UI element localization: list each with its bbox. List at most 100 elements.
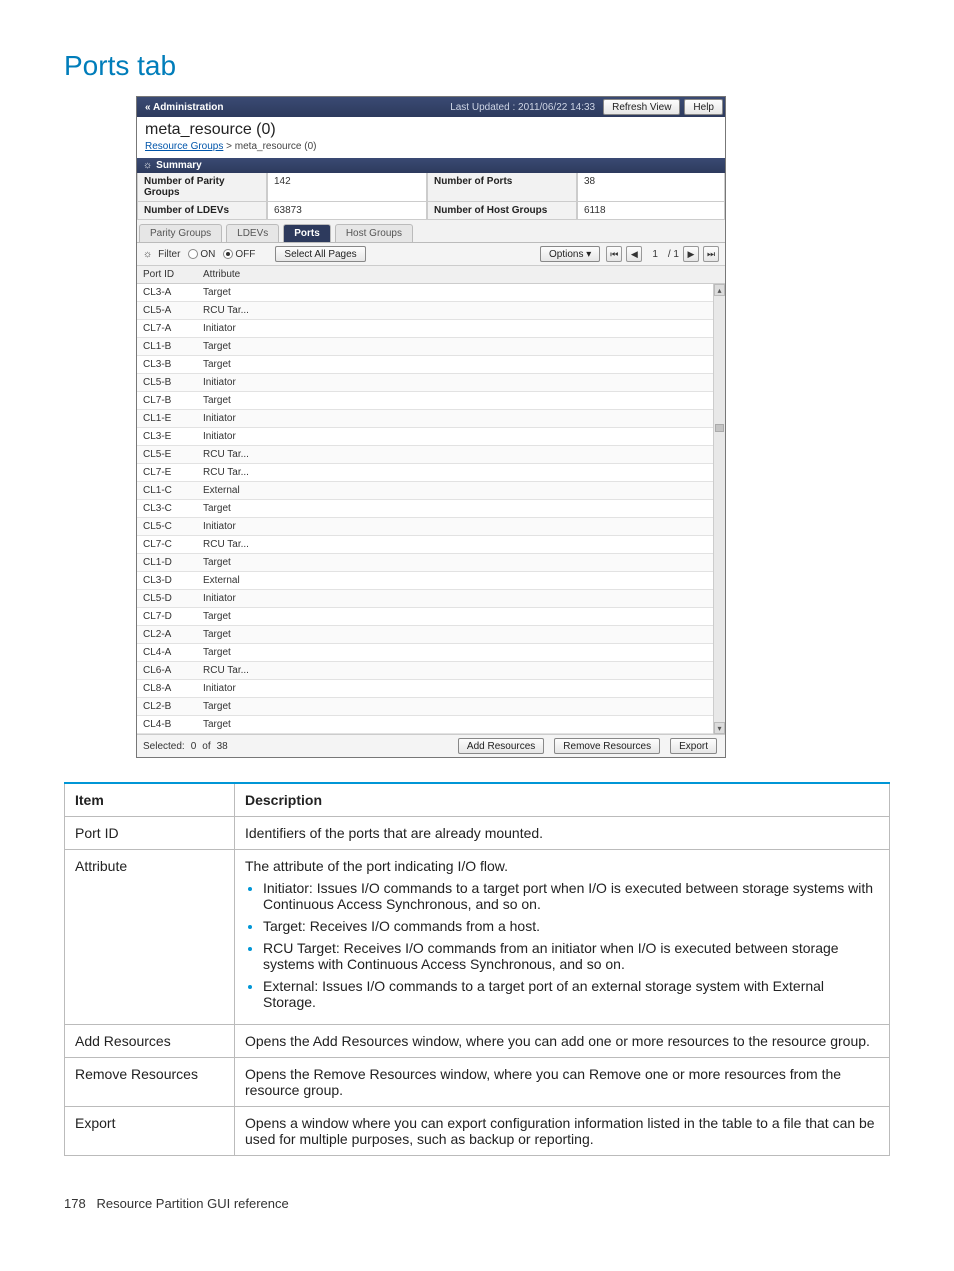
page-prev-button[interactable]: ◀ bbox=[626, 246, 642, 262]
remove-resources-button[interactable]: Remove Resources bbox=[554, 738, 660, 754]
desc-text: Opens the Add Resources window, where yo… bbox=[235, 1025, 890, 1058]
cell-attribute: Target bbox=[197, 338, 267, 356]
table-row[interactable]: CL3-BTarget bbox=[137, 356, 725, 374]
table-row[interactable]: CL5-CInitiator bbox=[137, 518, 725, 536]
scroll-thumb[interactable] bbox=[715, 424, 724, 432]
table-row[interactable]: CL7-DTarget bbox=[137, 608, 725, 626]
desc-bullet: Initiator: Issues I/O commands to a targ… bbox=[263, 880, 879, 912]
summary-label: Summary bbox=[156, 160, 202, 171]
table-row[interactable]: CL6-ARCU Tar... bbox=[137, 662, 725, 680]
cell-port-id: CL7-B bbox=[137, 392, 197, 410]
options-dropdown[interactable]: Options ▾ bbox=[540, 246, 600, 262]
table-row[interactable]: CL2-BTarget bbox=[137, 698, 725, 716]
cell-attribute: Target bbox=[197, 500, 267, 518]
table-row[interactable]: CL7-BTarget bbox=[137, 392, 725, 410]
cell-attribute: RCU Tar... bbox=[197, 662, 267, 680]
table-row[interactable]: CL4-BTarget bbox=[137, 716, 725, 734]
table-row[interactable]: CL7-CRCU Tar... bbox=[137, 536, 725, 554]
description-table: Item Description Port ID Identifiers of … bbox=[64, 782, 890, 1156]
cell-port-id: CL7-E bbox=[137, 464, 197, 482]
scroll-down-icon[interactable]: ▾ bbox=[714, 722, 725, 734]
cell-attribute: Target bbox=[197, 698, 267, 716]
desc-bullet: External: Issues I/O commands to a targe… bbox=[263, 978, 879, 1010]
scroll-up-icon[interactable]: ▴ bbox=[714, 284, 725, 296]
table-row[interactable]: CL1-EInitiator bbox=[137, 410, 725, 428]
cell-port-id: CL1-E bbox=[137, 410, 197, 428]
table-row[interactable]: CL3-EInitiator bbox=[137, 428, 725, 446]
table-row[interactable]: CL7-ERCU Tar... bbox=[137, 464, 725, 482]
page-current: 1 bbox=[652, 249, 658, 260]
desc-bullet: RCU Target: Receives I/O commands from a… bbox=[263, 940, 879, 972]
tab-parity-groups[interactable]: Parity Groups bbox=[139, 224, 222, 242]
collapse-icon: ☼ bbox=[143, 160, 152, 171]
desc-item: Remove Resources bbox=[65, 1058, 235, 1107]
page-next-button[interactable]: ▶ bbox=[683, 246, 699, 262]
cell-attribute: RCU Tar... bbox=[197, 302, 267, 320]
breadcrumb-link[interactable]: Resource Groups bbox=[145, 141, 223, 152]
chevron-down-icon: ▾ bbox=[586, 249, 591, 260]
desc-header-description: Description bbox=[235, 783, 890, 817]
table-row[interactable]: CL5-DInitiator bbox=[137, 590, 725, 608]
table-row[interactable]: CL4-ATarget bbox=[137, 644, 725, 662]
page-first-button[interactable]: ⏮ bbox=[606, 246, 622, 262]
summary-ports-value: 38 bbox=[577, 173, 725, 202]
cell-attribute: Target bbox=[197, 644, 267, 662]
table-row[interactable]: CL2-ATarget bbox=[137, 626, 725, 644]
table-row[interactable]: CL1-DTarget bbox=[137, 554, 725, 572]
cell-port-id: CL5-A bbox=[137, 302, 197, 320]
cell-attribute: External bbox=[197, 482, 267, 500]
summary-ports-label: Number of Ports bbox=[427, 173, 577, 202]
tab-host-groups[interactable]: Host Groups bbox=[335, 224, 413, 242]
scrollbar[interactable]: ▴ ▾ bbox=[713, 284, 725, 734]
refresh-button[interactable]: Refresh View bbox=[603, 99, 680, 115]
table-row[interactable]: CL3-ATarget bbox=[137, 284, 725, 302]
table-row[interactable]: CL3-CTarget bbox=[137, 500, 725, 518]
col-attribute[interactable]: Attribute bbox=[197, 266, 267, 284]
page-last-button[interactable]: ⏭ bbox=[703, 246, 719, 262]
table-row[interactable]: CL3-DExternal bbox=[137, 572, 725, 590]
cell-attribute: Target bbox=[197, 284, 267, 302]
summary-parity-value: 142 bbox=[267, 173, 427, 202]
table-row[interactable]: CL7-AInitiator bbox=[137, 320, 725, 338]
col-port-id[interactable]: Port ID bbox=[137, 266, 197, 284]
cell-attribute: Target bbox=[197, 554, 267, 572]
filter-on-radio[interactable]: ON bbox=[188, 249, 215, 260]
admin-back-link[interactable]: « Administration bbox=[137, 102, 232, 113]
desc-item: Attribute bbox=[65, 850, 235, 1025]
summary-header[interactable]: ☼ Summary bbox=[137, 158, 725, 173]
summary-grid: Number of Parity Groups 142 Number of Po… bbox=[137, 173, 725, 220]
last-updated: Last Updated : 2011/06/22 14:33 bbox=[450, 102, 595, 113]
total-count: 38 bbox=[217, 741, 228, 752]
cell-port-id: CL5-C bbox=[137, 518, 197, 536]
desc-text: The attribute of the port indicating I/O… bbox=[235, 850, 890, 1025]
cell-port-id: CL3-C bbox=[137, 500, 197, 518]
table-row[interactable]: CL1-CExternal bbox=[137, 482, 725, 500]
selected-label: Selected: bbox=[143, 741, 185, 752]
export-button[interactable]: Export bbox=[670, 738, 717, 754]
select-all-pages-button[interactable]: Select All Pages bbox=[275, 246, 365, 262]
desc-item: Add Resources bbox=[65, 1025, 235, 1058]
help-button[interactable]: Help bbox=[684, 99, 723, 115]
filter-off-radio[interactable]: OFF bbox=[223, 249, 255, 260]
cell-attribute: Initiator bbox=[197, 410, 267, 428]
table-row[interactable]: CL8-AInitiator bbox=[137, 680, 725, 698]
cell-port-id: CL7-D bbox=[137, 608, 197, 626]
tab-ldevs[interactable]: LDEVs bbox=[226, 224, 279, 242]
add-resources-button[interactable]: Add Resources bbox=[458, 738, 544, 754]
table-row[interactable]: CL5-ARCU Tar... bbox=[137, 302, 725, 320]
cell-port-id: CL5-E bbox=[137, 446, 197, 464]
cell-port-id: CL7-C bbox=[137, 536, 197, 554]
cell-attribute: Target bbox=[197, 608, 267, 626]
cell-attribute: Target bbox=[197, 392, 267, 410]
cell-attribute: Initiator bbox=[197, 680, 267, 698]
titlebar: « Administration Last Updated : 2011/06/… bbox=[137, 97, 725, 117]
desc-item: Port ID bbox=[65, 817, 235, 850]
tab-strip: Parity Groups LDEVs Ports Host Groups bbox=[137, 220, 725, 243]
breadcrumb-sep: > bbox=[223, 141, 234, 152]
tab-ports[interactable]: Ports bbox=[283, 224, 331, 242]
table-row[interactable]: CL5-BInitiator bbox=[137, 374, 725, 392]
table-row[interactable]: CL5-ERCU Tar... bbox=[137, 446, 725, 464]
cell-port-id: CL3-E bbox=[137, 428, 197, 446]
cell-port-id: CL1-C bbox=[137, 482, 197, 500]
table-row[interactable]: CL1-BTarget bbox=[137, 338, 725, 356]
